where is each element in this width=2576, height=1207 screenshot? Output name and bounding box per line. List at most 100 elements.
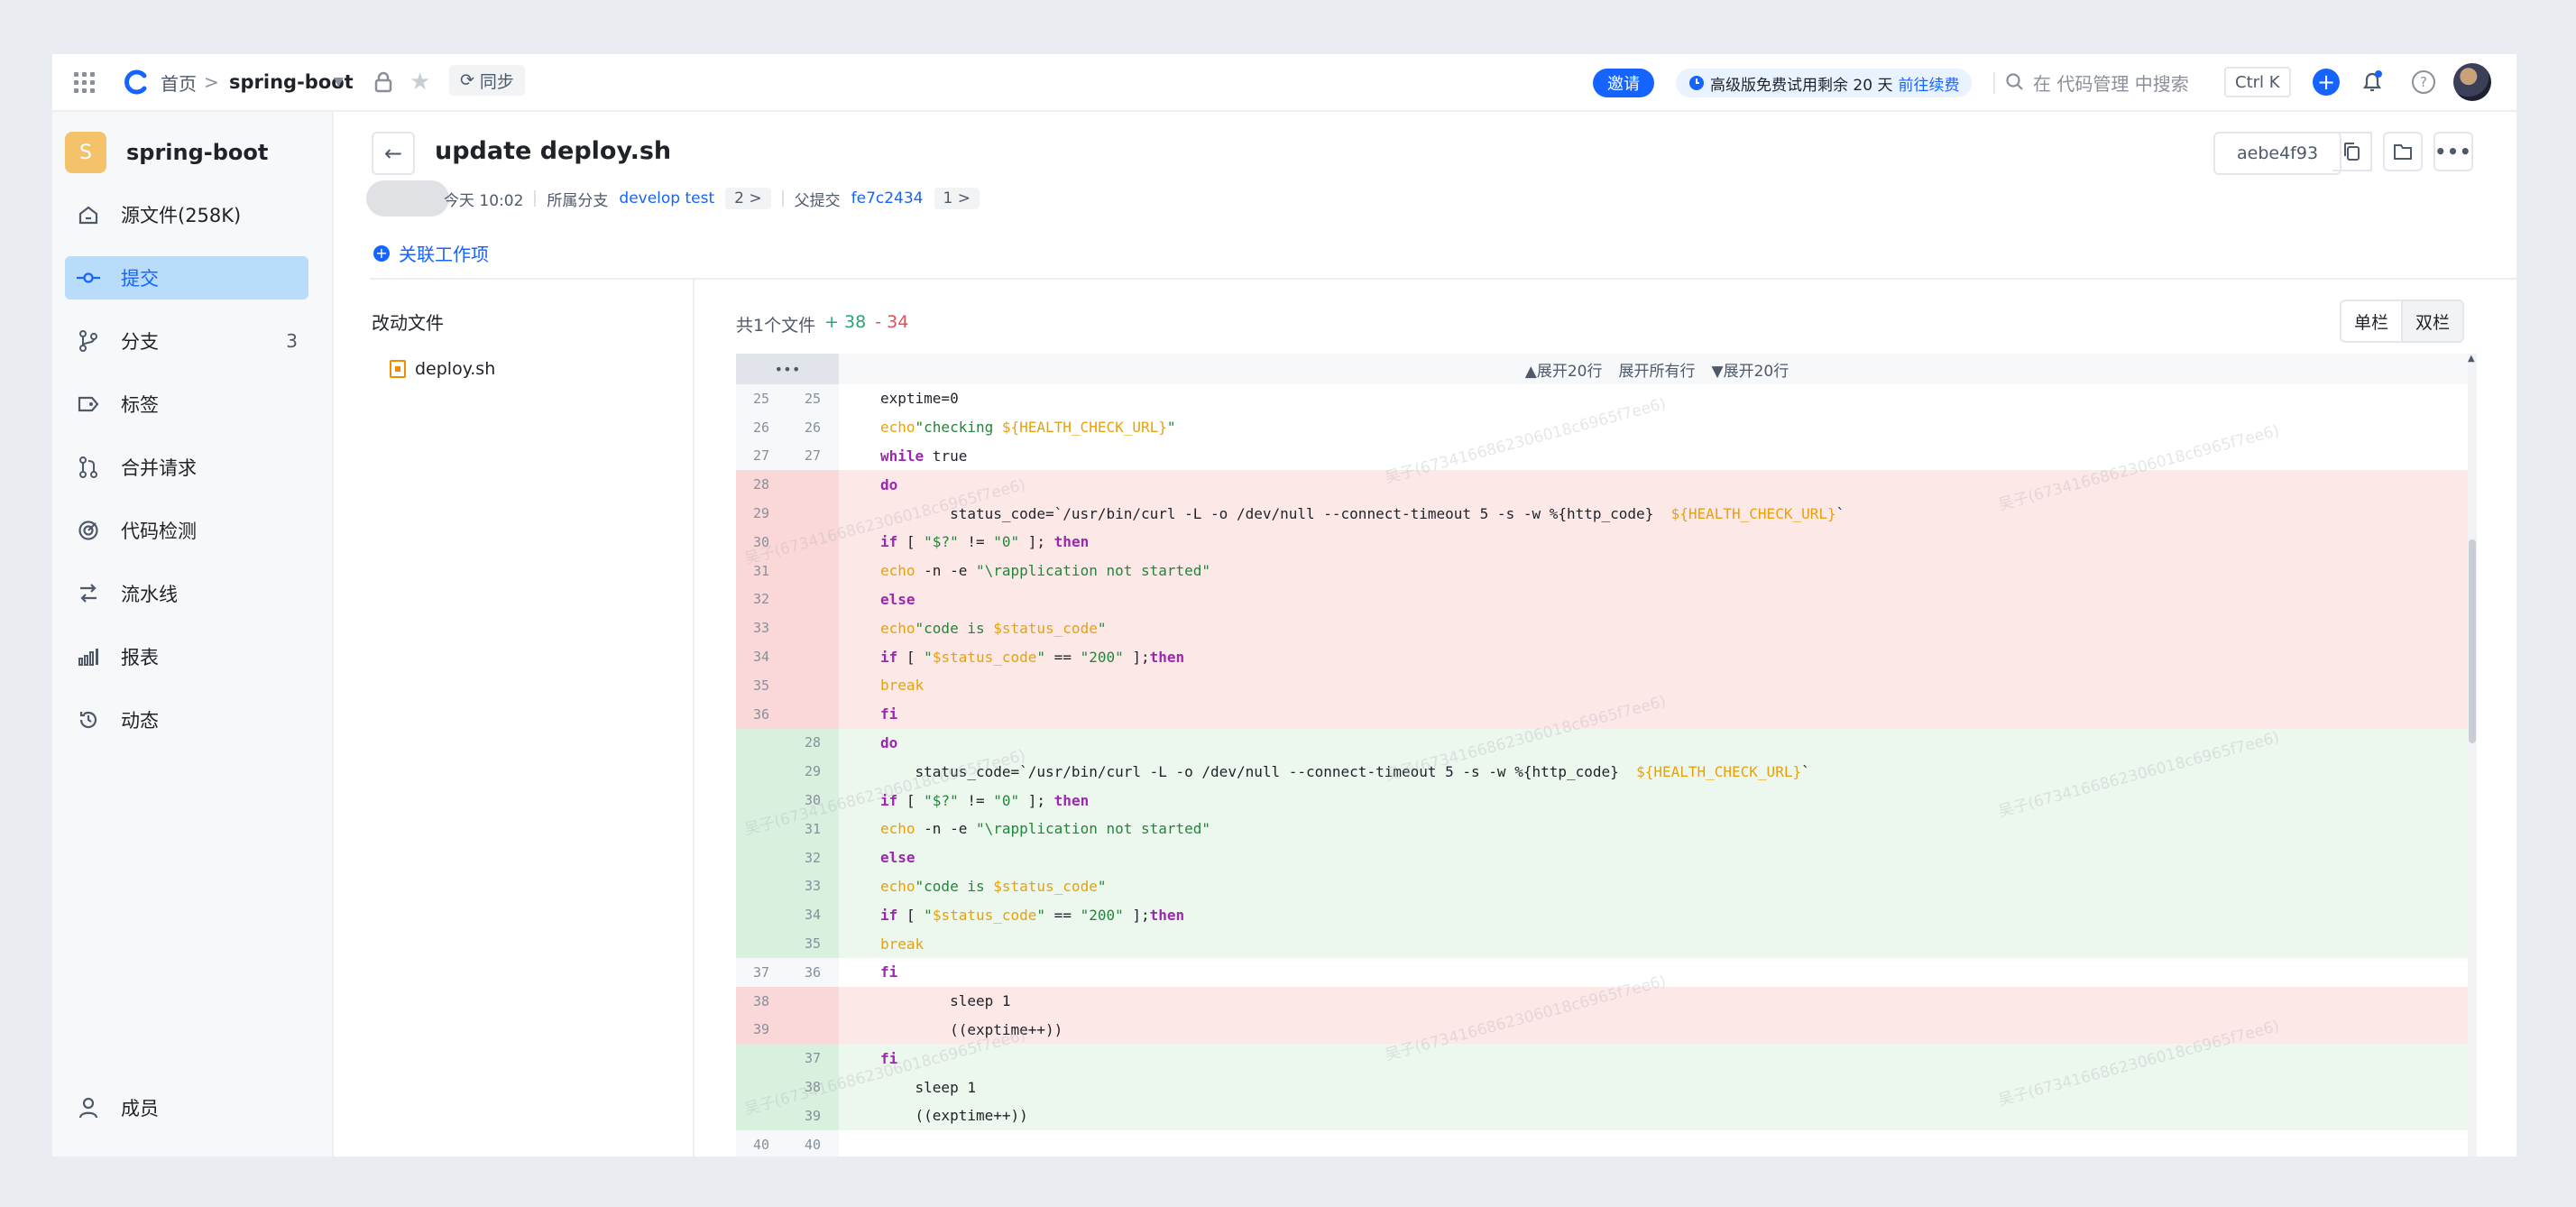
diff-line: 38 sleep 1: [736, 1073, 2475, 1101]
parent-hash-link[interactable]: fe7c2434: [851, 189, 924, 207]
parent-more-chip[interactable]: 1 >: [934, 188, 980, 209]
trial-text: 高级版免费试用剩余 20 天: [1710, 76, 1893, 95]
branch-label: 所属分支: [547, 191, 609, 210]
renew-link[interactable]: 前往续费: [1898, 72, 1959, 95]
expand-ellipsis[interactable]: •••: [736, 354, 839, 384]
divider: [781, 190, 784, 207]
link-work-item-button[interactable]: + 关联工作项: [373, 240, 489, 266]
parent-label: 父提交: [794, 191, 841, 210]
branch-count: 3: [286, 330, 298, 352]
sidebar-item-label: 源文件(258K): [121, 205, 242, 226]
file-name: deploy.sh: [415, 359, 496, 379]
breadcrumb-home[interactable]: 首页: [161, 54, 197, 110]
main-content: ← update deploy.sh 今天 10:02 所属分支 develop…: [334, 112, 2516, 1156]
sidebar-item-tags[interactable]: 标签: [65, 382, 308, 426]
sidebar: S spring-boot 源文件(258K) 提交 分支 3 标签 合并请求 …: [52, 112, 334, 1156]
sidebar-item-label: 标签: [121, 394, 159, 416]
sidebar-item-merge-requests[interactable]: 合并请求: [65, 446, 308, 489]
diff-line: 35 break: [736, 670, 2475, 700]
back-button[interactable]: ←: [372, 132, 415, 175]
sidebar-item-code-scan[interactable]: 代码检测: [65, 509, 308, 552]
tag-icon: [76, 396, 101, 412]
view-single-button[interactable]: 单栏: [2341, 301, 2404, 341]
diff-line: 33 echo "code is $status_code ": [736, 613, 2475, 643]
link-work-item-label: 关联工作项: [399, 244, 489, 265]
sync-label: 同步: [479, 71, 514, 92]
avatar[interactable]: [2453, 63, 2491, 101]
diff-line: 33 echo "code is $status_code ": [736, 871, 2475, 901]
bell-icon[interactable]: [2361, 54, 2383, 110]
sidebar-item-source[interactable]: 源文件(258K): [65, 193, 308, 236]
diff-line: 31 echo -n -e "\rapplication not started…: [736, 814, 2475, 843]
branch-icon: [76, 330, 101, 352]
diff-line: 30 if [ "$?" != "0" ]; then: [736, 786, 2475, 815]
commit-title: update deploy.sh: [435, 137, 672, 165]
commit-time: 今天 10:02: [444, 191, 524, 210]
commit-hash[interactable]: aebe4f93: [2213, 132, 2342, 175]
search-icon: [2006, 73, 2023, 90]
sidebar-item-label: 流水线: [121, 584, 178, 605]
more-button[interactable]: •••: [2433, 132, 2473, 171]
deletions-count: - 34: [875, 312, 909, 332]
sidebar-item-pipeline[interactable]: 流水线: [65, 572, 308, 615]
lock-icon[interactable]: [373, 54, 393, 110]
global-search[interactable]: 在 代码管理 中搜索: [2006, 54, 2189, 110]
sidebar-item-branches[interactable]: 分支 3: [65, 319, 308, 363]
diff-line: 35 break: [736, 929, 2475, 958]
search-placeholder: 在 代码管理 中搜索: [2033, 72, 2189, 95]
diff-scrollbar[interactable]: [2468, 354, 2477, 1156]
folder-icon: [2394, 144, 2412, 160]
sync-button[interactable]: ⟳ 同步: [449, 65, 525, 96]
copy-button[interactable]: [2332, 132, 2372, 171]
star-icon[interactable]: ★: [409, 54, 430, 110]
expand-all-button[interactable]: 展开所有行: [1619, 358, 1696, 381]
browse-files-button[interactable]: [2383, 132, 2423, 171]
history-icon: [76, 709, 101, 731]
brand-logo-icon[interactable]: [123, 54, 153, 110]
expand-down-button[interactable]: ▼展开20行: [1712, 358, 1789, 381]
trial-banner[interactable]: 高级版免费试用剩余 20 天 前往续费: [1676, 69, 1973, 97]
changed-files-title: 改动文件: [372, 312, 444, 334]
branch-more-chip[interactable]: 2 >: [725, 188, 771, 209]
file-count: 共1个文件: [736, 316, 816, 336]
project-header[interactable]: S spring-boot: [65, 132, 268, 173]
sidebar-item-members[interactable]: 成员: [65, 1086, 308, 1129]
branch-links[interactable]: develop test: [619, 189, 714, 207]
invite-button[interactable]: 邀请: [1593, 69, 1654, 97]
project-badge: S: [65, 132, 106, 173]
diff-scrollbar-thumb[interactable]: [2469, 539, 2476, 743]
code-scan-icon: [76, 520, 101, 541]
view-split-button[interactable]: 双栏: [2403, 301, 2462, 341]
expand-row: ••• ▲展开20行 展开所有行 ▼展开20行: [736, 354, 2475, 384]
commit-meta: 今天 10:02 所属分支 develop test 2 > 父提交 fe7c2…: [366, 180, 980, 217]
sidebar-item-activity[interactable]: 动态: [65, 698, 308, 742]
scroll-up-arrow-icon[interactable]: ▲: [2468, 354, 2475, 364]
sidebar-item-label: 成员: [121, 1098, 159, 1119]
sidebar-item-label: 动态: [121, 710, 159, 732]
home-icon: [76, 205, 101, 225]
diff-line: 32 else: [736, 843, 2475, 872]
sidebar-item-label: 报表: [121, 647, 159, 668]
report-icon: [76, 648, 101, 666]
create-button[interactable]: +: [2313, 69, 2340, 96]
diff-line: 40 40: [736, 1129, 2475, 1156]
sidebar-item-label: 分支: [121, 331, 159, 353]
user-icon: [76, 1097, 101, 1119]
file-item[interactable]: deploy.sh: [390, 359, 495, 379]
plus-circle-icon: +: [373, 244, 390, 262]
help-icon[interactable]: ?: [2412, 70, 2435, 94]
project-name: spring-boot: [126, 140, 269, 165]
sidebar-item-reports[interactable]: 报表: [65, 635, 308, 678]
clock-icon: [1689, 76, 1704, 90]
refresh-icon: ⟳: [460, 70, 474, 90]
diff-summary: 共1个文件 + 38 - 34: [736, 312, 908, 336]
merge-request-icon: [76, 456, 101, 478]
pipeline-icon: [76, 584, 101, 604]
sidebar-item-commits[interactable]: 提交: [65, 256, 308, 299]
chevron-down-icon[interactable]: ▼: [334, 54, 344, 110]
expand-up-button[interactable]: ▲展开20行: [1525, 358, 1603, 381]
shortcut-hint: Ctrl K: [2224, 67, 2291, 97]
diff-line: 31 echo -n -e "\rapplication not started…: [736, 556, 2475, 585]
app-grid-icon[interactable]: [74, 54, 96, 110]
sidebar-item-label: 提交: [121, 268, 159, 290]
